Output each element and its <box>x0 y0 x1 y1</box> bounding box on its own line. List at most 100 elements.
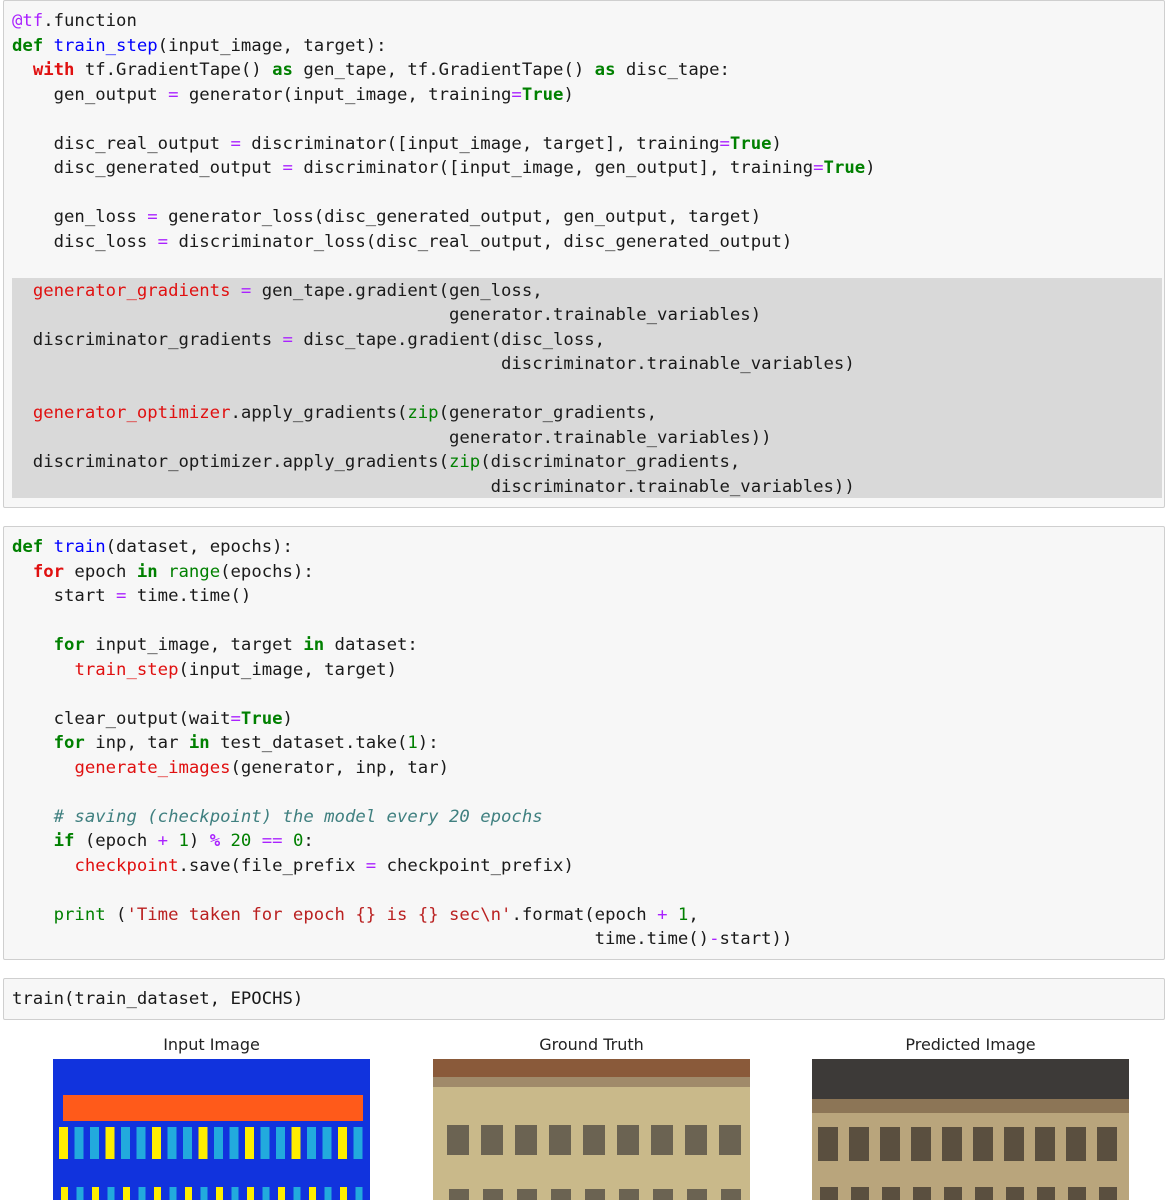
segmentation-window <box>338 1127 347 1159</box>
code-token: zip <box>448 452 481 472</box>
code-token: = <box>157 231 169 252</box>
code-token: ) <box>865 158 876 178</box>
code-editor[interactable]: train(train_dataset, EPOCHS) <box>12 987 303 1012</box>
building-roof <box>433 1059 750 1077</box>
code-editor[interactable]: def train(dataset, epochs): for epoch in… <box>12 535 792 952</box>
building-window <box>551 1189 571 1200</box>
predicted-window <box>1068 1187 1086 1200</box>
code-token: 1 <box>178 831 189 851</box>
segmentation-background <box>53 1059 370 1200</box>
code-token: .apply_gradients( <box>230 403 408 423</box>
building-window <box>653 1189 673 1200</box>
code-token: ) <box>188 831 210 851</box>
code-line: discriminator.trainable_variables)) <box>12 475 876 500</box>
code-token: ) <box>282 708 293 729</box>
code-token: discriminator_gradients <box>12 329 283 350</box>
code-token: train <box>53 537 106 557</box>
predicted-window <box>913 1187 931 1200</box>
segmentation-window <box>92 1187 99 1200</box>
code-token: = <box>813 158 824 178</box>
code-token: @tf <box>12 11 44 31</box>
predicted-window <box>882 1187 900 1200</box>
segmentation-window <box>185 1187 192 1200</box>
code-token: time.time() <box>12 929 710 949</box>
code-token: True <box>240 708 283 729</box>
predicted-window <box>1035 1127 1055 1161</box>
code-token: disc_loss <box>12 231 158 252</box>
code-line: generator.trainable_variables)) <box>12 426 876 451</box>
code-token: start <box>12 586 117 606</box>
code-token: ) <box>771 133 782 154</box>
code-token: generator.trainable_variables) <box>12 305 762 325</box>
code-cell-run-train[interactable]: train(train_dataset, EPOCHS) <box>3 978 1165 1020</box>
predicted-cornice <box>812 1099 1129 1113</box>
cell-output-images: Input Image Ground Truth Predicted Image <box>0 1030 1171 1200</box>
code-token: 20 <box>230 831 252 851</box>
code-token: discriminator.trainable_variables)) <box>12 476 855 497</box>
code-token: disc_real_output <box>12 133 231 154</box>
code-cell-train-step[interactable]: @tf.function def train_step(input_image, … <box>3 0 1165 508</box>
predicted-window <box>1066 1127 1086 1161</box>
building-window <box>651 1125 673 1155</box>
segmentation-window <box>231 1187 239 1200</box>
code-token: 1 <box>677 904 689 925</box>
code-line: discriminator_optimizer.apply_gradients(… <box>12 450 876 475</box>
segmentation-window <box>291 1127 301 1159</box>
code-token: generator.trainable_variables)) <box>12 427 772 448</box>
code-token: in <box>303 635 325 655</box>
code-token: tf.GradientTape() <box>74 60 273 80</box>
code-token: discriminator([input_image, target], tra… <box>240 133 720 154</box>
code-token: = <box>282 158 293 178</box>
code-token: : <box>303 831 314 851</box>
segmentation-window <box>307 1127 316 1159</box>
input-image <box>53 1059 370 1200</box>
code-token: gen_output <box>12 84 169 105</box>
segmentation-window <box>245 1127 254 1159</box>
code-line: generator.trainable_variables) <box>12 303 876 328</box>
code-token: start)) <box>719 929 793 949</box>
code-line: for input_image, target in dataset: <box>12 633 792 658</box>
segmentation-window <box>74 1127 84 1159</box>
code-token: disc_tape.gradient(disc_loss, <box>292 329 606 350</box>
code-token: if <box>53 831 75 851</box>
code-line: @tf.function <box>12 9 876 34</box>
building-window <box>585 1189 605 1200</box>
segmentation-window <box>278 1187 285 1200</box>
predicted-window <box>911 1127 931 1161</box>
ground-truth-image <box>433 1059 750 1200</box>
segmentation-window <box>154 1187 161 1200</box>
code-token: print <box>53 904 106 925</box>
code-token: + <box>157 831 169 851</box>
code-token: discriminator([input_image, gen_output],… <box>292 158 814 178</box>
code-token: ) <box>563 84 574 105</box>
code-editor[interactable]: @tf.function def train_step(input_image, … <box>12 9 876 499</box>
segmentation-window <box>262 1187 270 1200</box>
code-token: train_step <box>74 659 179 680</box>
predicted-window <box>973 1127 993 1161</box>
code-token: disc_tape: <box>615 60 730 80</box>
predicted-window <box>1006 1187 1024 1200</box>
building-window <box>619 1189 639 1200</box>
code-token: checkpoint_prefix) <box>376 855 574 876</box>
code-token: checkpoint <box>74 855 179 876</box>
code-line: generator_gradients = gen_tape.gradient(… <box>12 279 876 304</box>
code-token: = <box>230 708 241 729</box>
code-token: gen_tape, tf.GradientTape() <box>292 60 595 80</box>
building-window <box>549 1125 571 1155</box>
code-cell-train[interactable]: def train(dataset, epochs): for epoch in… <box>3 526 1165 960</box>
code-line: generate_images(generator, inp, tar) <box>12 756 792 781</box>
code-line: disc_real_output = discriminator([input_… <box>12 132 876 157</box>
code-token: train_step <box>53 35 158 56</box>
code-token: True <box>823 158 866 178</box>
